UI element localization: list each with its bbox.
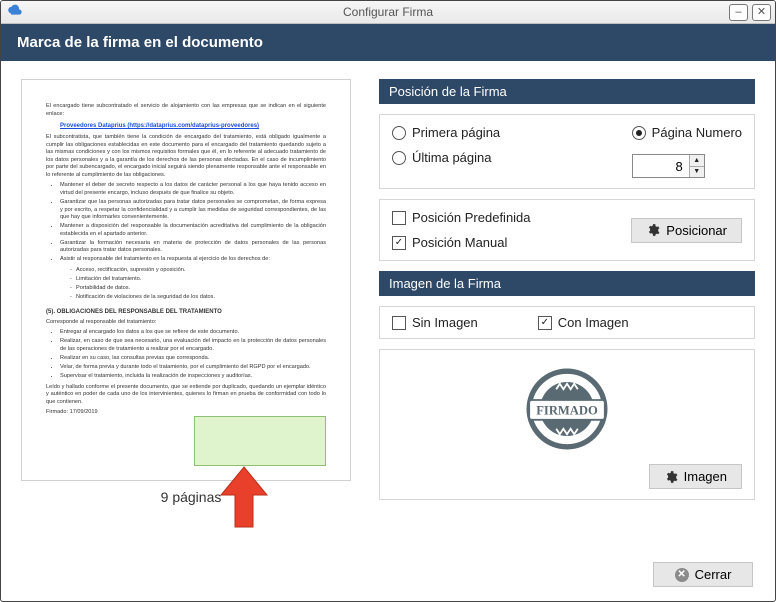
window-title: Configurar Firma [1,5,775,19]
radio-label: Última página [412,150,492,165]
document-preview[interactable]: El encargado tiene subcontratado el serv… [21,79,351,481]
radio-icon [392,151,406,165]
check-label: Posición Predefinida [412,210,531,225]
preview-subbullet: Portabilidad de datos. [70,285,326,293]
signature-image-panel: FIRMADO Imagen [379,349,755,500]
gear-icon [664,470,678,484]
radio-last-page[interactable]: Última página [392,150,616,165]
section-signature-image: Imagen de la Firma [379,271,755,296]
preview-bullet: Garantizar que las personas autorizadas … [60,199,326,222]
preview-bullet: Garantizar la formación necesaria en mat… [60,240,326,255]
preview-text: El subcontratista, que también tiene la … [46,134,326,179]
check-label: Con Imagen [558,315,629,330]
button-label: Posicionar [666,223,727,238]
check-label: Posición Manual [412,235,507,250]
preview-heading: (5). OBLIGACIONES DEL RESPONSABLE DEL TR… [46,308,326,316]
image-toggle-panel: Sin Imagen Con Imagen [379,306,755,339]
position-mode-panel: Posición Predefinida Posición Manual Pos… [379,199,755,261]
radio-label: Página Numero [652,125,742,140]
position-button[interactable]: Posicionar [631,218,742,243]
radio-first-page[interactable]: Primera página [392,125,616,140]
preview-bullet: Realizar, en caso de que sea necesario, … [60,338,326,353]
preview-bullet: Velar, de forma previa y durante todo el… [60,364,326,372]
radio-label: Primera página [412,125,500,140]
button-label: Cerrar [695,567,732,582]
close-window-button[interactable]: ✕ [752,4,771,21]
position-page-panel: Primera página Última página Página Nume… [379,114,755,189]
signature-stamp-preview: FIRMADO [392,360,742,458]
preview-bullet: Supervisar el tratamiento, incluida la r… [60,373,326,381]
preview-bullet: Realizar en su caso, las consultas previ… [60,355,326,363]
choose-image-button[interactable]: Imagen [649,464,742,489]
check-manual-position[interactable]: Posición Manual [392,235,531,250]
app-icon [7,4,23,20]
radio-page-number[interactable]: Página Numero [632,125,742,140]
check-with-image[interactable]: Con Imagen [538,315,629,330]
preview-subbullet: Acceso, rectificación, supresión y oposi… [70,267,326,275]
preview-bullet: Mantener el deber de secreto respecto a … [60,182,326,197]
close-button[interactable]: ✕ Cerrar [653,562,753,587]
preview-subbullet: Limitación del tratamiento. [70,276,326,284]
preview-text: Corresponde al responsable del tratamien… [46,319,326,327]
checkbox-icon [392,211,406,225]
minimize-button[interactable]: – [729,4,748,21]
gear-icon [646,223,660,237]
preview-bullet: Asistir al responsable del tratamiento e… [60,256,326,264]
check-no-image[interactable]: Sin Imagen [392,315,478,330]
svg-text:FIRMADO: FIRMADO [536,403,598,417]
preview-bullet: Entregar al encargado los datos a los qu… [60,329,326,337]
preview-text: Leído y hallado conforme el presente doc… [46,384,326,407]
preview-link: Proveedores Dataprius (https://dataprius… [60,122,326,130]
preview-subbullet: Notificación de violaciones de la seguri… [70,294,326,302]
checkbox-icon [538,316,552,330]
stepper-up[interactable]: ▲ [690,155,704,167]
checkbox-icon [392,316,406,330]
titlebar: Configurar Firma – ✕ [1,1,775,24]
checkbox-icon [392,236,406,250]
close-icon: ✕ [675,568,689,582]
signature-placement-box[interactable] [194,416,326,466]
page-count-label: 9 páginas [21,489,361,505]
page-number-input[interactable] [633,155,689,177]
section-signature-position: Posición de la Firma [379,79,755,104]
radio-icon [392,126,406,140]
check-predefined-position[interactable]: Posición Predefinida [392,210,531,225]
preview-text: El encargado tiene subcontratado el serv… [46,103,326,118]
dialog-header: Marca de la firma en el documento [1,24,775,61]
check-label: Sin Imagen [412,315,478,330]
stepper-down[interactable]: ▼ [690,167,704,178]
preview-bullet: Mantener a disposición del responsable l… [60,223,326,238]
button-label: Imagen [684,469,727,484]
page-number-stepper[interactable]: ▲ ▼ [632,154,705,178]
radio-icon [632,126,646,140]
